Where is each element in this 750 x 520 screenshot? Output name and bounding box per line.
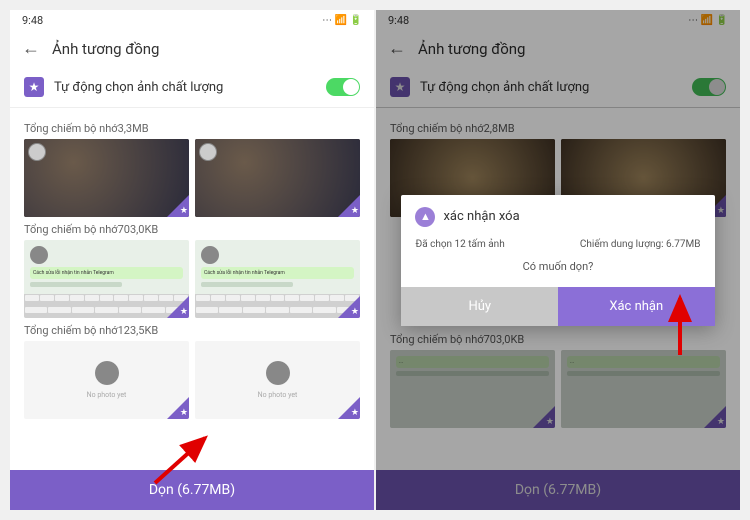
auto-quality-toggle[interactable] <box>326 78 360 96</box>
auto-quality-row: ★ Tự động chọn ảnh chất lượng <box>10 67 374 108</box>
status-time: 9:48 <box>22 14 43 27</box>
confirm-button[interactable]: Xác nhận <box>558 287 715 326</box>
dialog-selected-count: Đã chọn 12 tấm ảnh <box>415 239 504 250</box>
content-scroll[interactable]: Tổng chiếm bộ nhớ3,3MB ★ ★ Tổng chiếm bộ… <box>10 108 374 470</box>
image-thumb[interactable]: ★ <box>24 139 189 217</box>
clean-button[interactable]: Dọn (6.77MB) <box>10 470 374 510</box>
status-bar: 9:48 ⋯ 📶 🔋 <box>10 10 374 30</box>
selected-star-icon: ★ <box>351 206 359 216</box>
star-icon: ★ <box>24 77 44 97</box>
phone-left: 9:48 ⋯ 📶 🔋 ← Ảnh tương đồng ★ Tự động ch… <box>10 10 374 510</box>
image-thumb[interactable]: Cách sửa lỗi nhận tin nhắn Telegram ★ <box>24 240 189 318</box>
selected-star-icon: ★ <box>180 408 188 418</box>
dialog-icon: ▲ <box>415 207 435 227</box>
modal-overlay: ▲ xác nhận xóa Đã chọn 12 tấm ảnh Chiếm … <box>376 10 740 510</box>
selected-star-icon: ★ <box>351 307 359 317</box>
phone-right: 9:48 ⋯ 📶 🔋 ← Ảnh tương đồng ★ Tự động ch… <box>376 10 740 510</box>
cancel-button[interactable]: Hủy <box>401 287 558 326</box>
selected-star-icon: ★ <box>180 307 188 317</box>
image-thumb[interactable]: No photo yet ★ <box>24 341 189 419</box>
image-thumb[interactable]: ★ <box>195 139 360 217</box>
group-label: Tổng chiếm bộ nhớ3,3MB <box>24 122 360 135</box>
group-label: Tổng chiếm bộ nhớ123,5KB <box>24 324 360 337</box>
selected-star-icon: ★ <box>180 206 188 216</box>
dialog-size: Chiếm dung lượng: 6.77MB <box>580 239 701 250</box>
selected-star-icon: ★ <box>351 408 359 418</box>
confirm-delete-dialog: ▲ xác nhận xóa Đã chọn 12 tấm ảnh Chiếm … <box>401 195 714 326</box>
back-icon[interactable]: ← <box>22 38 40 59</box>
group-label: Tổng chiếm bộ nhớ703,0KB <box>24 223 360 236</box>
dialog-question: Có muốn dọn? <box>415 260 700 273</box>
image-thumb[interactable]: No photo yet ★ <box>195 341 360 419</box>
page-title: Ảnh tương đồng <box>52 40 159 58</box>
app-header: ← Ảnh tương đồng <box>10 30 374 67</box>
status-icons: ⋯ 📶 🔋 <box>322 15 362 26</box>
auto-quality-label: Tự động chọn ảnh chất lượng <box>54 80 316 95</box>
image-thumb[interactable]: Cách sửa lỗi nhận tin nhắn Telegram ★ <box>195 240 360 318</box>
dialog-title: xác nhận xóa <box>443 209 519 224</box>
